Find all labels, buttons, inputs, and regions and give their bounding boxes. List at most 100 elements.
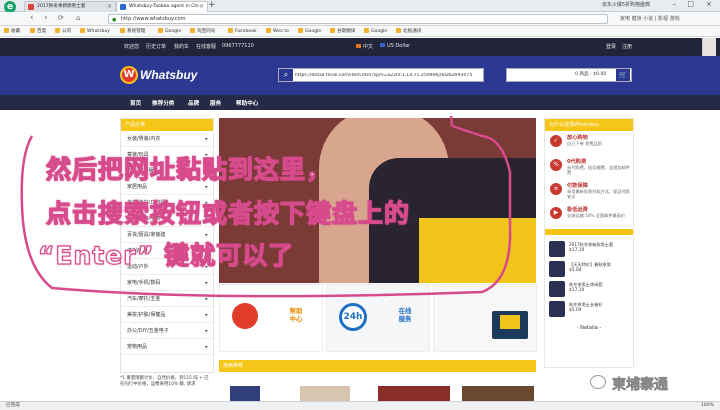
currency-select[interactable]: US Dollar	[380, 43, 410, 49]
category-item[interactable]: 家居用品 ▸	[121, 179, 213, 195]
lock-icon: ¤	[550, 183, 562, 195]
why-choose-header: 为什么选择Whatsbuy	[545, 119, 633, 131]
language-select[interactable]: 中文	[356, 43, 373, 50]
payment-tile[interactable]	[433, 284, 537, 352]
maximize-icon[interactable]: □	[687, 0, 694, 8]
category-item[interactable]: 运动/户外 ▸	[121, 259, 213, 275]
category-label: 内衣/家居服	[127, 168, 154, 174]
cart-icon[interactable]: 🛒	[616, 69, 630, 81]
truck-icon: ▶	[550, 207, 562, 219]
category-item[interactable]: 内衣/家居服 ▸	[121, 163, 213, 179]
nav-brands[interactable]: 品牌	[188, 99, 199, 107]
category-label: 百货/厨具/家装建	[127, 232, 166, 238]
product-item[interactable]: 秋冬季男士休闲套 $17.10	[545, 279, 633, 299]
category-label: 童装/玩具	[127, 152, 149, 158]
cart-summary[interactable]: 0 商品 - $0.00 🛒	[506, 68, 632, 82]
logo-w-icon: W	[120, 66, 138, 84]
order-history-link[interactable]: 历史订单	[146, 43, 166, 50]
address-bar[interactable]: ● http://www.whatsbuy.com	[108, 14, 608, 24]
bookmark-item[interactable]: 北极通讯	[396, 28, 421, 34]
bookmark-item[interactable]: Google	[298, 28, 321, 34]
user-avatar[interactable]	[702, 38, 716, 56]
browser-tab-1[interactable]: 2017秋冬季新款男士套 ×	[24, 1, 116, 12]
refresh-icon[interactable]: ⟳	[58, 14, 64, 22]
category-label: 虚拟商品	[127, 248, 148, 254]
category-item[interactable]: 箱包/配饰/手表 ▸	[121, 211, 213, 227]
bookmark-item[interactable]: 淘宝同号	[190, 28, 215, 34]
tab-close-icon[interactable]: ×	[107, 2, 112, 12]
browser-promo-text[interactable]: 京东火爆5折购物盛典	[602, 1, 650, 8]
bookmark-item[interactable]: 系统管理	[120, 28, 145, 34]
category-item[interactable]: 百货/厨具/家装建 ▸	[121, 227, 213, 243]
tab-close-icon[interactable]: ×	[199, 2, 204, 12]
welcome-link[interactable]: 欢迎您	[124, 43, 139, 50]
product-item[interactable]: 【天天特价】春秋季男 $5.04	[545, 259, 633, 279]
testimonial-name: - Natalia -	[576, 325, 602, 331]
product-name: 秋冬季男士休闲套	[569, 282, 603, 287]
bookmark-item[interactable]: 百度	[30, 28, 46, 34]
category-item[interactable]: 办公/DIY/五金电子 ▸	[121, 323, 213, 339]
back-icon[interactable]: ‹	[30, 13, 34, 23]
product-item[interactable]: 秋冬季男士长袖衫 $5.04	[545, 299, 633, 319]
browser-status-bar: 已完成 100%	[0, 401, 720, 410]
new-tab-button[interactable]: +	[208, 0, 216, 10]
nav-home[interactable]: 首页	[130, 99, 141, 107]
my-cart-link[interactable]: 我的车	[174, 43, 189, 50]
category-item[interactable]: 美妆/护肤/保健品 ▸	[121, 307, 213, 323]
help-sphere-icon	[232, 303, 258, 329]
register-link[interactable]: 注册	[622, 43, 632, 50]
help-center-tile[interactable]: 帮助 中心	[219, 284, 323, 352]
online-service-tile[interactable]: 24h 在线 服务	[326, 284, 430, 352]
category-item[interactable]: 美妆/洗护/口腔保 ▸	[121, 195, 213, 211]
category-item[interactable]: 女装/男装/内衣 ▸	[121, 131, 213, 147]
bookmark-item[interactable]: 谷歌翻译	[330, 28, 355, 34]
us-flag-icon	[380, 43, 385, 47]
zoom-level[interactable]: 100%	[701, 402, 714, 410]
benefit-sub: 采用最新交易付款方式，保证付款安全	[567, 189, 630, 199]
banner-accent	[419, 218, 536, 283]
bookmark-item[interactable]: Facebook	[228, 28, 257, 34]
bookmark-item[interactable]: 公司	[55, 28, 71, 34]
nav-help[interactable]: 帮助中心	[236, 99, 258, 107]
product-item[interactable]: 2017秋冬季新款男士套 $17.10	[545, 239, 633, 259]
online-service-link[interactable]: 在线客服	[196, 43, 216, 50]
benefit-item: ✓ 放心购物 自己下单 免费品质	[545, 131, 633, 155]
category-sidebar: 产品分类 女装/男装/内衣 ▸ 童装/玩具 ▸ 内衣/家居服 ▸ 家居用品 ▸ 美妆/洗…	[120, 118, 214, 373]
minimize-icon[interactable]: –	[673, 0, 677, 8]
site-logo[interactable]: W Whatsbuy	[120, 66, 210, 84]
search-button[interactable]: ⌕	[279, 69, 293, 81]
chevron-right-icon: ▸	[205, 296, 208, 302]
hero-banner[interactable]	[219, 118, 536, 283]
browser-toolbar: ‹ › ⟳ ⌂ ● http://www.whatsbuy.com 家电 健身 …	[0, 12, 720, 26]
home-icon[interactable]: ⌂	[76, 14, 80, 22]
login-link[interactable]: 登录	[606, 43, 616, 50]
category-item[interactable]: 宠物用品 ▸	[121, 339, 213, 355]
bookmark-item[interactable]: 收藏	[4, 28, 20, 34]
category-item[interactable]: 虚拟商品 ▸	[121, 243, 213, 259]
toolbar-links[interactable]: 家电 健身 小说 | 影视 游戏	[620, 15, 680, 22]
search-icon: ⌕	[283, 70, 289, 79]
nav-categories[interactable]: 推荐分类	[152, 99, 174, 107]
bookmark-item[interactable]: Google	[364, 28, 387, 34]
wechat-icon	[590, 375, 606, 389]
nav-service[interactable]: 服务	[210, 99, 221, 107]
currency-label: US Dollar	[387, 43, 411, 49]
bookmark-item[interactable]: Google	[158, 28, 181, 34]
category-item[interactable]: 童装/玩具 ▸	[121, 147, 213, 163]
close-window-icon[interactable]: ×	[706, 0, 712, 8]
chevron-right-icon: ▸	[205, 344, 208, 350]
category-item[interactable]: 家电/手机/数码 ▸	[121, 275, 213, 291]
category-label: 办公/DIY/五金电子	[127, 328, 169, 334]
search-input[interactable]	[295, 70, 483, 80]
bookmark-item[interactable]: Weo to	[266, 28, 289, 34]
product-price: $5.04	[569, 268, 582, 273]
page-info-icon[interactable]: ●	[112, 16, 116, 24]
category-label: 美妆/护肤/保健品	[127, 312, 166, 318]
browser-tab-2[interactable]: Whatsbuy-Taobao agent in Chi ×	[116, 1, 208, 12]
bookmark-item[interactable]: Whatsbuy	[80, 28, 110, 34]
forward-icon[interactable]: ›	[44, 13, 48, 23]
category-item[interactable]: 汽车/摩托/五金 ▸	[121, 291, 213, 307]
online-service-label: 在线 服务	[398, 307, 412, 323]
bookmarks-bar: 收藏 百度 公司 Whatsbuy 系统管理 Google 淘宝同号 Faceb…	[0, 26, 720, 37]
shield-icon: ✓	[550, 135, 562, 147]
